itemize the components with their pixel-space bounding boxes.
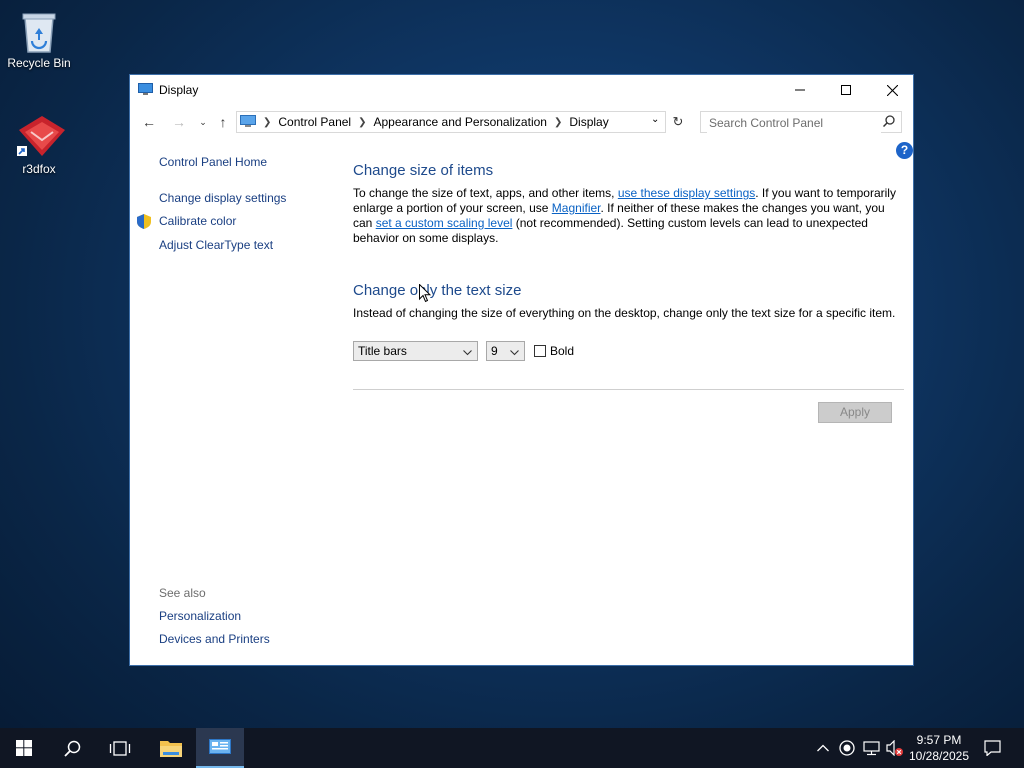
arrow-left-icon: ← xyxy=(142,114,156,130)
title-bar[interactable]: Display xyxy=(130,75,913,105)
show-hidden-icons-button[interactable] xyxy=(812,728,834,768)
devices-printers-link[interactable]: Devices and Printers xyxy=(159,632,270,646)
change-size-heading: Change size of items xyxy=(353,162,494,179)
breadcrumb-separator: ❯ xyxy=(263,116,272,128)
breadcrumb-control-panel[interactable]: Control Panel xyxy=(274,115,355,129)
search-taskbar-button[interactable] xyxy=(48,728,96,768)
arrow-right-icon: → xyxy=(172,114,186,130)
taskbar: 9:57 PM 10/28/2025 xyxy=(0,728,1024,768)
text-fragment: To change the size of text, apps, and ot… xyxy=(353,186,618,200)
desktop-icon-r3dfox[interactable]: r3dfox xyxy=(3,114,75,176)
minimize-icon xyxy=(795,89,805,91)
desktop-icon-recycle-bin[interactable]: Recycle Bin xyxy=(3,8,75,70)
taskbar-clock[interactable]: 9:57 PM 10/28/2025 xyxy=(902,732,976,764)
search-input[interactable] xyxy=(707,113,881,133)
mouse-cursor xyxy=(419,283,432,306)
recycle-bin-icon xyxy=(17,8,61,53)
address-dropdown-icon[interactable]: ⌄ xyxy=(651,114,659,125)
personalization-link[interactable]: Personalization xyxy=(159,609,241,623)
search-box[interactable] xyxy=(700,111,902,133)
record-tray-button[interactable] xyxy=(836,728,858,768)
font-size-select[interactable]: 9 xyxy=(486,341,525,361)
file-explorer-button[interactable] xyxy=(147,728,195,768)
chevron-down-icon: ⌄ xyxy=(199,116,207,127)
desktop-icon-label: r3dfox xyxy=(22,162,56,176)
section-divider xyxy=(353,389,904,390)
window-title: Display xyxy=(159,83,199,97)
chevron-down-icon xyxy=(463,345,472,359)
forward-button[interactable]: → xyxy=(168,111,190,133)
search-icon xyxy=(63,740,80,757)
refresh-icon: ↻ xyxy=(672,114,684,129)
arrow-up-icon: ↑ xyxy=(219,114,227,130)
start-icon xyxy=(16,740,32,756)
help-icon[interactable]: ? xyxy=(896,142,913,159)
network-tray-button[interactable] xyxy=(860,728,882,768)
see-also-label: See also xyxy=(159,586,206,600)
task-view-button[interactable] xyxy=(96,728,144,768)
address-bar[interactable]: ❯ Control Panel ❯ Appearance and Persona… xyxy=(236,111,666,133)
clock-date: 10/28/2025 xyxy=(908,749,970,763)
uac-shield-icon xyxy=(137,214,151,232)
magnifier-link[interactable]: Magnifier xyxy=(552,201,601,215)
display-window: Display ← → ⌄ ↑ ❯ Control Panel ❯ Appear… xyxy=(129,74,914,666)
search-icon[interactable] xyxy=(882,115,895,130)
item-select[interactable]: Title bars xyxy=(353,341,478,361)
custom-scaling-link[interactable]: set a custom scaling level xyxy=(376,216,513,230)
record-icon xyxy=(839,740,855,756)
maximize-button[interactable] xyxy=(823,75,869,105)
control-panel-home-link[interactable]: Control Panel Home xyxy=(159,155,267,169)
action-center-button[interactable] xyxy=(979,728,1005,768)
navigation-bar: ← → ⌄ ↑ ❯ Control Panel ❯ Appearance and… xyxy=(130,109,913,135)
notification-icon xyxy=(983,740,1001,756)
minimize-button[interactable] xyxy=(777,75,823,105)
breadcrumb-appearance[interactable]: Appearance and Personalization xyxy=(370,115,551,129)
refresh-button[interactable]: ↻ xyxy=(667,111,689,133)
calibrate-color-link[interactable]: Calibrate color xyxy=(159,214,236,228)
display-settings-link[interactable]: use these display settings xyxy=(618,186,755,200)
item-select-value: Title bars xyxy=(358,344,407,358)
change-display-settings-link[interactable]: Change display settings xyxy=(159,191,286,205)
control-panel-icon xyxy=(237,114,260,130)
apply-button[interactable]: Apply xyxy=(818,402,892,423)
up-button[interactable]: ↑ xyxy=(212,111,234,133)
chevron-down-icon xyxy=(510,345,519,359)
chevron-up-icon xyxy=(817,744,829,752)
task-view-icon xyxy=(109,740,131,756)
bold-checkbox[interactable] xyxy=(534,345,546,357)
back-button[interactable]: ← xyxy=(138,111,160,133)
r3dfox-app-icon xyxy=(17,114,65,158)
change-size-description: To change the size of text, apps, and ot… xyxy=(353,186,898,246)
text-size-heading: Change only the text size xyxy=(353,282,522,299)
control-panel-icon xyxy=(209,738,231,754)
adjust-cleartype-link[interactable]: Adjust ClearType text xyxy=(159,238,273,252)
start-button[interactable] xyxy=(0,728,48,768)
file-explorer-icon xyxy=(160,741,182,757)
text-size-description: Instead of changing the size of everythi… xyxy=(353,306,896,320)
close-icon xyxy=(886,84,898,96)
bold-label: Bold xyxy=(550,344,575,358)
close-button[interactable] xyxy=(869,75,915,105)
recent-locations-button[interactable]: ⌄ xyxy=(192,111,214,133)
font-size-value: 9 xyxy=(491,344,498,358)
desktop-icon-label: Recycle Bin xyxy=(7,56,71,70)
breadcrumb-separator: ❯ xyxy=(553,116,563,128)
maximize-icon xyxy=(841,85,851,95)
breadcrumb-separator: ❯ xyxy=(358,116,367,128)
breadcrumb-display[interactable]: Display xyxy=(565,115,612,129)
control-panel-taskbar-button[interactable] xyxy=(196,728,244,768)
network-icon xyxy=(862,740,880,755)
display-icon xyxy=(138,83,153,95)
clock-time: 9:57 PM xyxy=(916,733,962,747)
